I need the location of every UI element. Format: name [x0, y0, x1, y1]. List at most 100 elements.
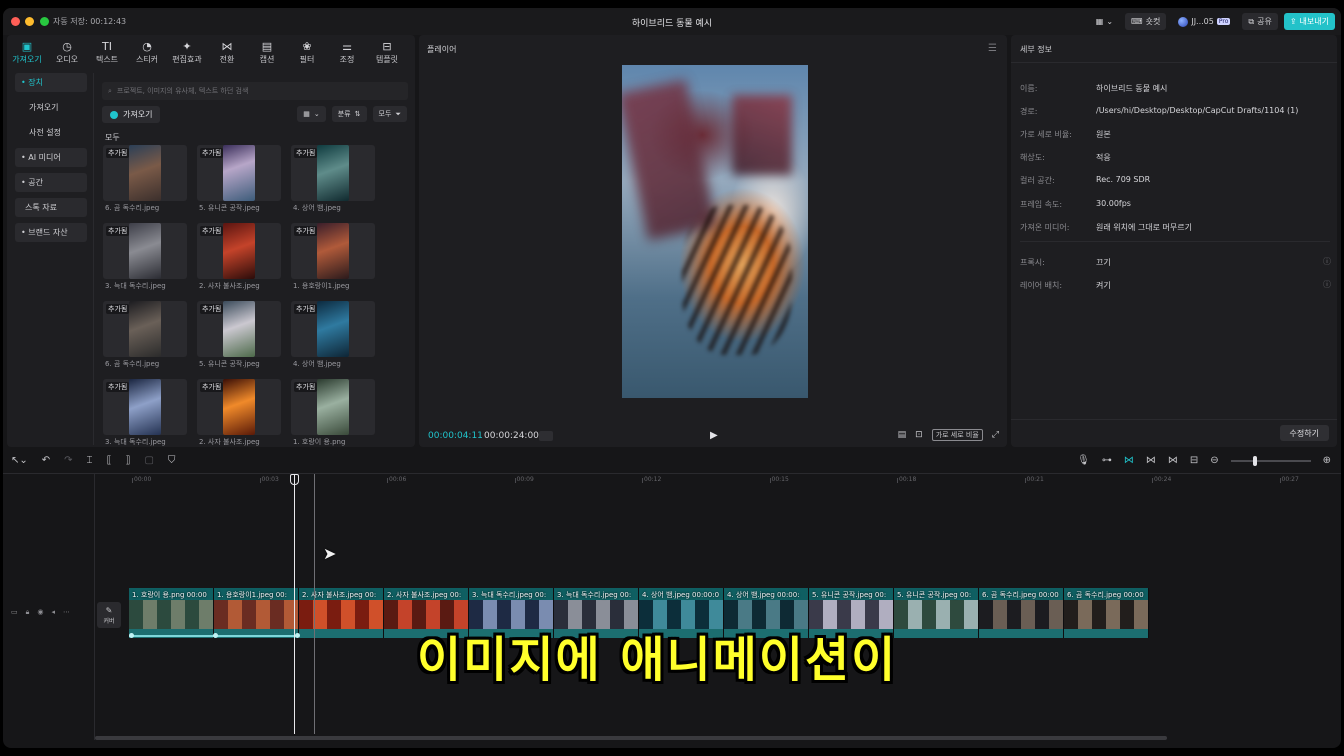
media-thumbnail[interactable]: [223, 301, 255, 357]
media-thumbnail-box[interactable]: 추가됨: [197, 301, 281, 357]
layer-value[interactable]: 켜기: [1096, 280, 1111, 291]
media-thumbnail[interactable]: [317, 223, 349, 279]
media-thumbnail-box[interactable]: 추가됨: [291, 145, 375, 201]
microphone-icon[interactable]: 🎙: [1077, 455, 1090, 466]
media-thumbnail-box[interactable]: 추가됨: [197, 145, 281, 201]
media-thumbnail-box[interactable]: 추가됨: [291, 223, 375, 279]
playhead[interactable]: [294, 474, 295, 734]
media-thumbnail-box[interactable]: 추가됨: [197, 223, 281, 279]
snapshot-icon[interactable]: ⊡: [915, 430, 923, 440]
eye-icon[interactable]: ◉: [37, 608, 43, 617]
zoom-slider-knob[interactable]: [1252, 455, 1257, 466]
subtitle-toggle-icon[interactable]: ▤: [898, 430, 907, 440]
track-box-icon[interactable]: ▭: [11, 608, 18, 617]
horizontal-scrollbar[interactable]: [95, 736, 1167, 740]
keyframe-dot[interactable]: [295, 633, 300, 638]
nav-device[interactable]: • 장치: [15, 73, 87, 92]
timeline-clip[interactable]: 5. 유니콘 공작.jpeg 00:: [894, 588, 979, 638]
timeline-clip[interactable]: 1. 용호랑이1.jpeg 00:: [214, 588, 299, 638]
media-tile[interactable]: 추가됨 5. 유니콘 공작.jpeg: [197, 301, 281, 368]
split-icon[interactable]: ⌶: [87, 455, 93, 466]
media-thumbnail[interactable]: [223, 145, 255, 201]
nav-presets[interactable]: 사전 설정: [15, 123, 87, 142]
magnet-icon[interactable]: ⋈: [1124, 455, 1134, 466]
media-tile[interactable]: 추가됨 6. 곰 독수리.jpeg: [103, 145, 187, 212]
media-thumbnail[interactable]: [129, 145, 161, 201]
trim-right-icon[interactable]: ⟧: [126, 455, 131, 466]
media-tile[interactable]: 추가됨 3. 늑대 독수리.jpeg: [103, 223, 187, 290]
menu-icon[interactable]: ☰: [988, 43, 997, 54]
media-thumbnail[interactable]: [317, 145, 349, 201]
media-thumbnail[interactable]: [317, 301, 349, 357]
sort-button[interactable]: 분류 ⇅: [331, 106, 367, 122]
time-ruler[interactable]: 00:00 00:03 00:06 00:09 00:12 00:15 00:18 00:21…: [128, 476, 1338, 488]
filter-all-button[interactable]: 모두 ⏷: [372, 106, 407, 122]
tool-tab[interactable]: ⊟ 템플릿: [367, 35, 407, 71]
user-menu[interactable]: JJ...05 Pro: [1172, 13, 1236, 30]
media-tile[interactable]: 추가됨 3. 늑대 독수리.jpeg: [103, 379, 187, 446]
nav-stock[interactable]: 스톡 자료: [15, 198, 87, 217]
cover-button[interactable]: ✎ 커버: [97, 602, 121, 628]
preview-axis-icon[interactable]: ⊟: [1190, 455, 1198, 466]
video-preview[interactable]: [622, 65, 808, 398]
info-icon[interactable]: ⓘ: [1323, 279, 1331, 290]
media-thumbnail-box[interactable]: 추가됨: [291, 301, 375, 357]
media-tile[interactable]: 추가됨 5. 유니콘 공작.jpeg: [197, 145, 281, 212]
media-tile[interactable]: 추가됨 2. 사자 불사조.jpeg: [197, 379, 281, 446]
tool-tab[interactable]: ▣ 가져오기: [7, 35, 47, 71]
select-tool-icon[interactable]: ↖⌄: [11, 455, 28, 466]
media-tile[interactable]: 추가됨 4. 상어 뱀.jpeg: [291, 145, 375, 212]
layout-button[interactable]: ▦ ⌄: [1090, 13, 1119, 30]
media-thumbnail[interactable]: [317, 379, 349, 435]
info-icon[interactable]: ⓘ: [1323, 256, 1331, 267]
media-tile[interactable]: 추가됨 6. 곰 독수리.jpeg: [103, 301, 187, 368]
aspect-ratio-button[interactable]: 가로 세로 비율: [931, 429, 983, 441]
undo-icon[interactable]: ↶: [42, 455, 50, 466]
more-icon[interactable]: ⋯: [63, 608, 70, 617]
lock-icon[interactable]: 🔒︎: [26, 608, 30, 617]
redo-icon[interactable]: ↷: [64, 455, 72, 466]
tool-tab[interactable]: ⚌ 조정: [327, 35, 367, 71]
keyframe-dot[interactable]: [129, 633, 134, 638]
tool-tab[interactable]: ▤ 캡션: [247, 35, 287, 71]
tool-tab[interactable]: TI 텍스트: [87, 35, 127, 71]
media-thumbnail[interactable]: [129, 301, 161, 357]
media-thumbnail-box[interactable]: 추가됨: [103, 145, 187, 201]
media-tile[interactable]: 추가됨 1. 호랑이 용.png: [291, 379, 375, 446]
media-thumbnail[interactable]: [223, 223, 255, 279]
zoom-in-icon[interactable]: ⊕: [1323, 455, 1331, 466]
link-icon[interactable]: ⊶: [1102, 455, 1112, 466]
export-button[interactable]: ⇪ 내보내기: [1283, 13, 1335, 30]
import-button[interactable]: 가져오기: [102, 106, 161, 123]
media-thumbnail-box[interactable]: 추가됨: [197, 379, 281, 435]
media-thumbnail-box[interactable]: 추가됨: [103, 223, 187, 279]
fullscreen-icon[interactable]: ⤢: [992, 430, 999, 440]
zoom-slider[interactable]: [1230, 455, 1311, 466]
timeline-clip[interactable]: 2. 사자 불사조.jpeg 00:: [299, 588, 384, 638]
speaker-icon[interactable]: ◂: [51, 608, 55, 617]
media-thumbnail-box[interactable]: 추가됨: [103, 301, 187, 357]
nav-space[interactable]: • 공간: [15, 173, 87, 192]
share-button[interactable]: ⧉ 공유: [1242, 13, 1278, 30]
media-thumbnail[interactable]: [129, 379, 161, 435]
media-thumbnail[interactable]: [129, 223, 161, 279]
tool-tab[interactable]: ✦ 편집효과: [167, 35, 207, 71]
keyframe-dot[interactable]: [213, 633, 218, 638]
trim-left-icon[interactable]: ⟦: [107, 455, 112, 466]
media-thumbnail-box[interactable]: 추가됨: [291, 379, 375, 435]
tool-tab[interactable]: ◷ 오디오: [47, 35, 87, 71]
timeline-clip[interactable]: 6. 곰 독수리.jpeg 00:00: [1064, 588, 1149, 638]
playhead-handle[interactable]: [290, 474, 299, 485]
media-thumbnail[interactable]: [223, 379, 255, 435]
timeline-clip[interactable]: 6. 곰 독수리.jpeg 00:00: [979, 588, 1064, 638]
media-tile[interactable]: 추가됨 2. 사자 불사조.jpeg: [197, 223, 281, 290]
marker-icon[interactable]: ⛉: [168, 455, 176, 466]
tool-tab[interactable]: ❀ 필터: [287, 35, 327, 71]
shortcut-button[interactable]: ⌨ 숏컷: [1125, 13, 1167, 30]
media-thumbnail-box[interactable]: 추가됨: [103, 379, 187, 435]
media-tile[interactable]: 추가됨 1. 용호랑이1.jpeg: [291, 223, 375, 290]
nav-ai-media[interactable]: • AI 미디어: [15, 148, 87, 167]
nav-brand-assets[interactable]: • 브랜드 자산: [15, 223, 87, 242]
timecode-toggle[interactable]: [539, 431, 553, 441]
snap-icon[interactable]: ⋈: [1146, 455, 1156, 466]
